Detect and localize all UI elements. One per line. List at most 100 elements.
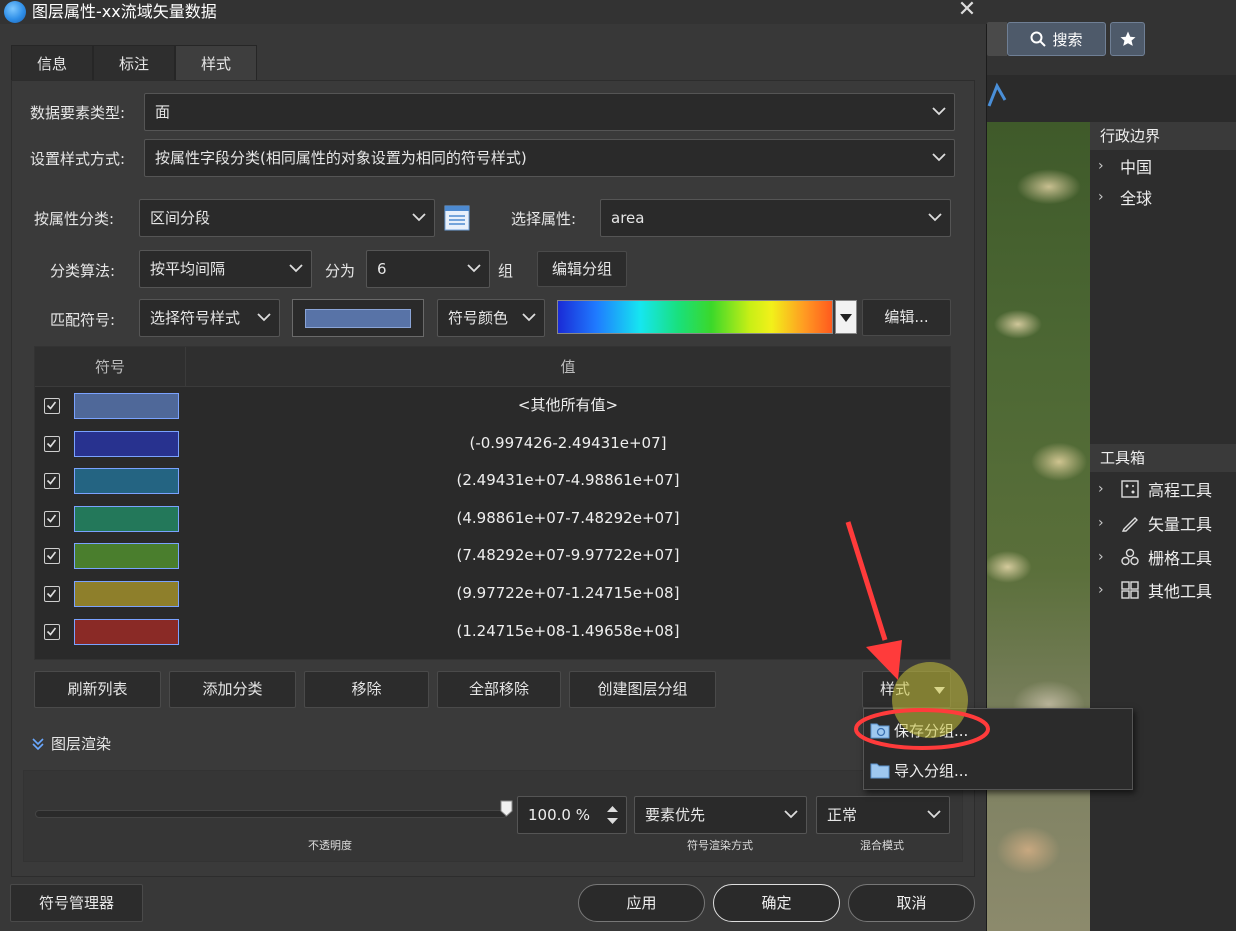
tree-item-label: 中国 (1120, 158, 1153, 177)
chevron-down-icon (928, 200, 942, 236)
table-row[interactable]: <其他所有值> (35, 387, 950, 424)
apply-button[interactable]: 应用 (578, 884, 705, 922)
style-menu-button[interactable]: 样式 (862, 671, 951, 708)
row-checkbox[interactable] (44, 548, 60, 565)
tree-item-elevation-tools[interactable]: › 高程工具 (1098, 475, 1212, 503)
symbol-color-value: 符号颜色 (448, 309, 509, 327)
cancel-button[interactable]: 取消 (848, 884, 975, 922)
edit-ramp-button[interactable]: 编辑... (862, 299, 951, 336)
chevron-right-icon: › (1098, 582, 1104, 598)
dialog-titlebar: 图层属性-xx流域矢量数据 ✕ (0, 0, 987, 24)
attribute-table-icon[interactable] (444, 205, 470, 231)
remove-all-button[interactable]: 全部移除 (437, 671, 561, 708)
checkmark-icon (46, 551, 57, 561)
attribute-select[interactable]: area (600, 199, 951, 237)
chevron-right-icon: › (1098, 189, 1104, 205)
color-ramp[interactable] (557, 300, 833, 334)
tree-item-raster-tools[interactable]: › 栅格工具 (1098, 543, 1212, 571)
map-view[interactable] (987, 122, 1090, 931)
ok-button[interactable]: 确定 (713, 884, 840, 922)
elevation-tool-icon (1121, 480, 1139, 498)
table-row[interactable]: (9.97722e+07-1.24715e+08] (35, 575, 950, 612)
edit-groups-button[interactable]: 编辑分组 (537, 251, 627, 287)
row-symbol-swatch[interactable] (74, 468, 179, 495)
chevron-down-icon (412, 200, 426, 236)
opacity-spinbox[interactable]: 100.0 % (517, 796, 627, 834)
tree-item-vector-tools[interactable]: › 矢量工具 (1098, 509, 1212, 537)
symbol-color-select[interactable]: 符号颜色 (437, 299, 545, 337)
group-count-select[interactable]: 6 (366, 250, 490, 288)
tab-label[interactable]: 标注 (93, 45, 176, 81)
tab-info[interactable]: 信息 (11, 45, 94, 81)
row-checkbox[interactable] (44, 586, 60, 602)
close-icon[interactable]: ✕ (956, 0, 978, 22)
add-class-button[interactable]: 添加分类 (169, 671, 296, 708)
layer-render-header: 图层渲染 (51, 735, 112, 753)
layer-render-section-toggle[interactable]: 图层渲染 (31, 733, 111, 754)
checkmark-icon (46, 627, 57, 636)
row-symbol-swatch[interactable] (74, 430, 179, 457)
row-symbol-swatch[interactable] (74, 543, 179, 570)
symbol-style-value: 选择符号样式 (150, 309, 241, 327)
tree-item-china[interactable]: › 中国 (1098, 152, 1152, 180)
tree-item-label: 矢量工具 (1148, 515, 1213, 534)
style-mode-select[interactable]: 按属性字段分类(相同属性的对象设置为相同的符号样式) (144, 139, 955, 177)
table-row[interactable]: (7.48292e+07-9.97722e+07] (35, 537, 950, 574)
toolbox-header: 工具箱 (1090, 444, 1236, 472)
table-row[interactable]: (-0.997426-2.49431e+07] (35, 425, 950, 462)
row-symbol-swatch[interactable] (74, 505, 179, 532)
tree-item-other-tools[interactable]: › 其他工具 (1098, 576, 1212, 604)
algorithm-select[interactable]: 按平均间隔 (139, 250, 312, 288)
row-checkbox[interactable] (44, 398, 60, 414)
chevron-down-icon (289, 251, 303, 287)
row-checkbox[interactable] (44, 510, 60, 527)
feature-type-select[interactable]: 面 (144, 93, 955, 131)
render-mode-value: 要素优先 (645, 806, 706, 824)
search-button[interactable]: 搜索 (1007, 22, 1106, 56)
folder-open-icon (870, 763, 890, 779)
spin-arrows-icon[interactable] (607, 805, 618, 825)
chevron-down-icon (467, 251, 481, 287)
chevron-right-icon: › (1098, 549, 1104, 565)
row-checkbox[interactable] (44, 473, 60, 490)
symbol-manager-button[interactable]: 符号管理器 (10, 884, 143, 922)
column-header-symbol[interactable]: 符号 (35, 347, 186, 387)
save-groups-menu-item[interactable]: 保存分组... (870, 715, 1120, 745)
row-symbol-swatch[interactable] (74, 393, 179, 419)
row-value: (4.98861e+07-7.48292e+07] (456, 508, 680, 527)
style-mode-label: 设置样式方式: (30, 150, 126, 168)
blend-mode-caption: 混合模式 (860, 839, 904, 852)
row-checkbox[interactable] (44, 623, 60, 640)
row-symbol-swatch[interactable] (74, 618, 179, 645)
chevron-right-icon: › (1098, 515, 1104, 531)
split-suffix: 组 (498, 262, 514, 280)
symbol-style-select[interactable]: 选择符号样式 (139, 299, 280, 337)
import-groups-menu-item[interactable]: 导入分组... (870, 755, 1120, 785)
search-input[interactable] (987, 22, 1007, 56)
classify-by-label: 按属性分类: (34, 210, 115, 228)
algorithm-label: 分类算法: (50, 262, 116, 280)
remove-button[interactable]: 移除 (304, 671, 429, 708)
row-symbol-swatch[interactable] (74, 581, 179, 607)
blend-mode-select[interactable]: 正常 (816, 796, 950, 834)
chevron-down-icon (932, 140, 946, 176)
column-header-value[interactable]: 值 (186, 347, 950, 387)
row-checkbox[interactable] (44, 435, 60, 452)
create-layer-group-button[interactable]: 创建图层分组 (569, 671, 716, 708)
color-ramp-dropdown[interactable] (835, 300, 857, 334)
classify-by-select[interactable]: 区间分段 (139, 199, 435, 237)
table-row[interactable]: (2.49431e+07-4.98861e+07] (35, 462, 950, 499)
opacity-slider-handle[interactable] (500, 800, 513, 817)
table-row[interactable]: (1.24715e+08-1.49658e+08] (35, 613, 950, 650)
render-mode-select[interactable]: 要素优先 (634, 796, 807, 834)
refresh-list-button[interactable]: 刷新列表 (34, 671, 161, 708)
tab-style[interactable]: 样式 (175, 45, 258, 81)
blend-mode-value: 正常 (827, 806, 858, 824)
opacity-caption: 不透明度 (308, 839, 352, 852)
table-row[interactable]: (4.98861e+07-7.48292e+07] (35, 500, 950, 537)
symbol-preview-button[interactable] (292, 299, 424, 337)
favorite-button[interactable] (1110, 22, 1145, 56)
tree-item-global[interactable]: › 全球 (1098, 183, 1152, 211)
opacity-slider[interactable] (35, 810, 507, 818)
row-value: <其他所有值> (517, 396, 619, 414)
